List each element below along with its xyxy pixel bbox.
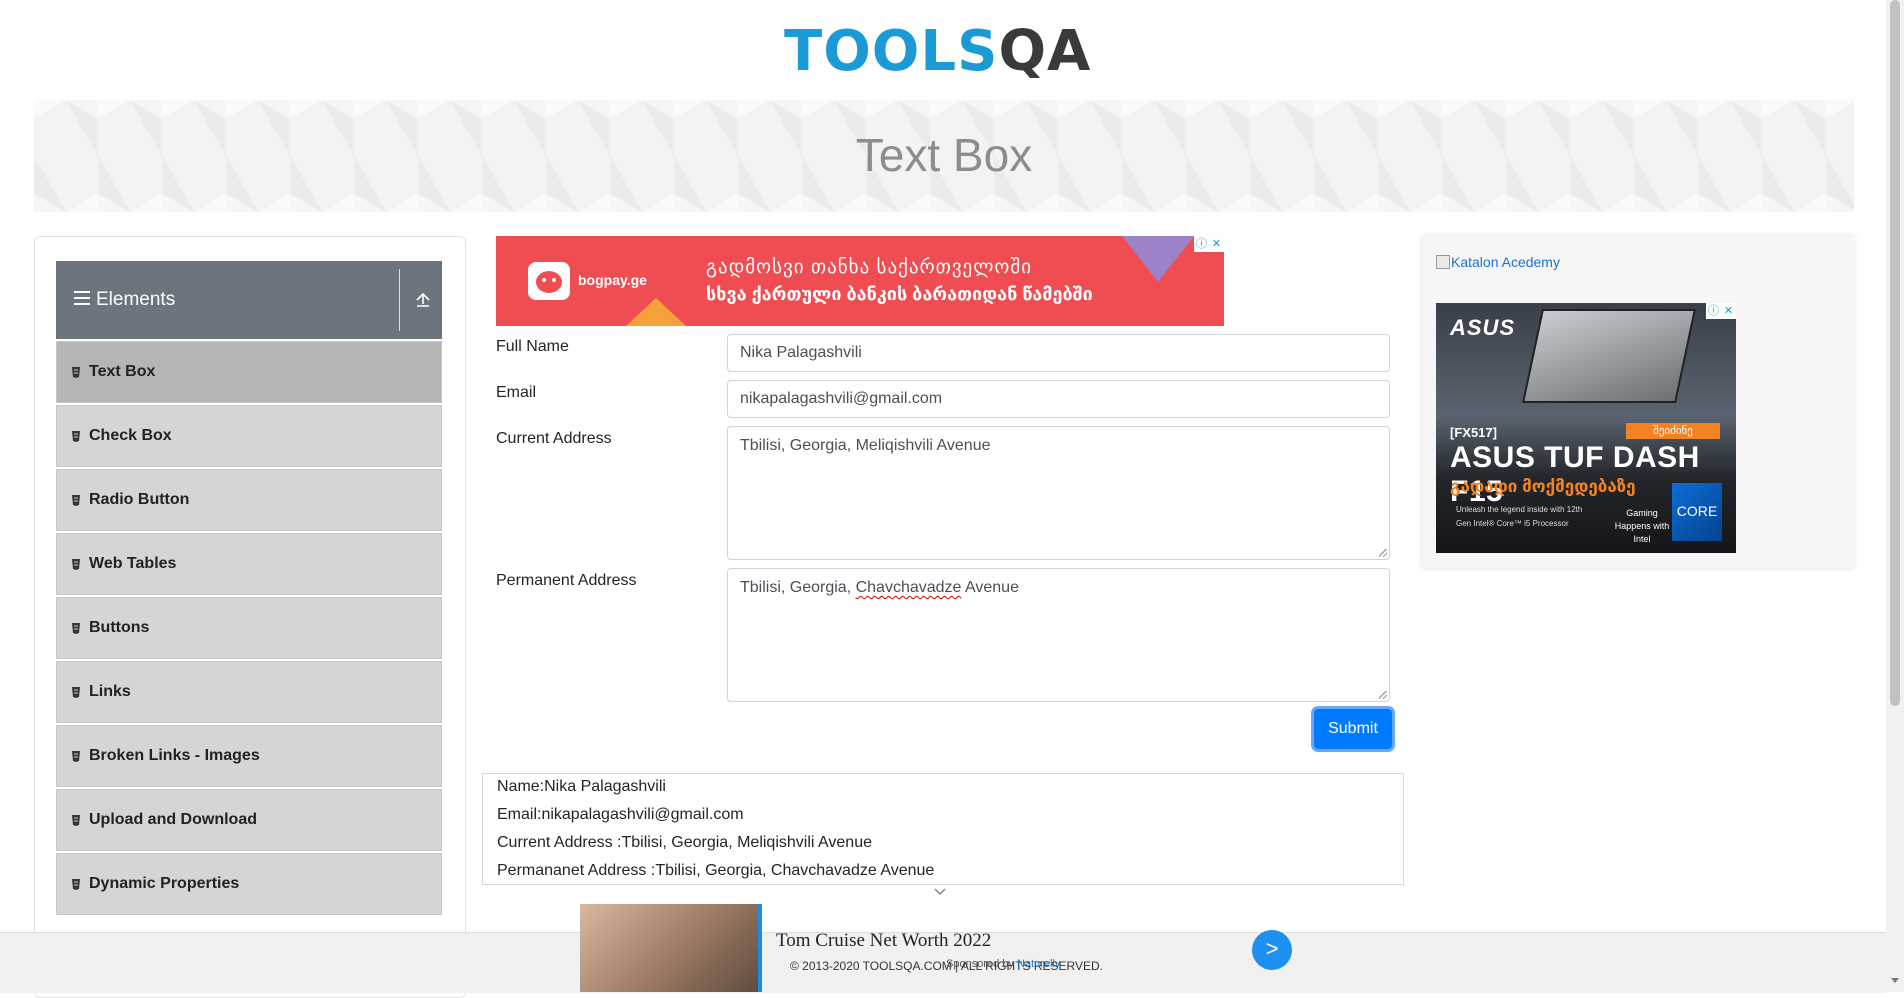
menu-item-dynamic-properties[interactable]: Dynamic Properties xyxy=(56,853,442,915)
output-permanent-address: Permananet Address :Tbilisi, Georgia, Ch… xyxy=(497,862,935,879)
ad-subheadline: სხვა ქართული ბანკის ბარათიდან წამებში xyxy=(706,284,1093,304)
asus-buy-badge: შეიძინე xyxy=(1626,423,1720,439)
asus-gaming-text: Gaming Happens with Intel xyxy=(1614,508,1670,544)
menu-item-icon xyxy=(72,687,80,698)
sponsored-brand[interactable]: Naturelly xyxy=(1017,958,1060,970)
current-address-label: Current Address xyxy=(496,430,612,447)
menu-item-icon xyxy=(72,495,80,506)
scrollbar-thumb[interactable] xyxy=(1890,0,1900,706)
output-name: Name:Nika Palagashvili xyxy=(497,778,666,795)
asus-tagline: გადადი მოქმედებაზე xyxy=(1450,477,1636,496)
header-divider xyxy=(399,269,400,331)
permanent-address-value-part: Avenue xyxy=(961,579,1019,596)
ad-decoration xyxy=(1122,236,1194,282)
menu-item-links[interactable]: Links xyxy=(56,661,442,723)
ad-close-icon[interactable]: ✕ xyxy=(1209,236,1224,252)
page-banner: Text Box xyxy=(34,100,1854,212)
toolsqa-logo[interactable]: TOOLSQA xyxy=(784,14,1108,90)
collapse-arrow-icon[interactable] xyxy=(414,291,432,309)
asus-advertisement[interactable]: ASUS [FX517] შეიძინე ASUS TUF DASH F15 გ… xyxy=(1436,303,1736,553)
current-address-value: Tbilisi, Georgia, Meliqishvili Avenue xyxy=(740,437,991,454)
full-name-input[interactable]: Nika Palagashvili xyxy=(727,334,1390,372)
menu-item-label: Links xyxy=(89,683,131,700)
email-input[interactable]: nikapalagashvili@gmail.com xyxy=(727,380,1390,418)
resize-grip-icon[interactable] xyxy=(1379,549,1387,557)
permanent-address-value-part: Tbilisi, Georgia, xyxy=(740,579,856,596)
menu-item-broken-links[interactable]: Broken Links - Images xyxy=(56,725,442,787)
menu-item-icon xyxy=(72,367,80,378)
ad-decoration xyxy=(626,298,686,326)
menu-item-text-box[interactable]: Text Box xyxy=(56,341,442,403)
submit-button[interactable]: Submit xyxy=(1314,709,1392,749)
ad-info-icon[interactable]: ⓘ xyxy=(1706,303,1721,319)
misspelled-word: Chavchavadze xyxy=(855,579,962,596)
logo-text-qa: QA xyxy=(998,19,1092,84)
asus-model: [FX517] xyxy=(1450,425,1497,440)
top-advertisement[interactable]: bogpay.ge გადმოსვი თანხა საქართველოში სხ… xyxy=(496,236,1224,326)
permanent-address-label: Permanent Address xyxy=(496,572,637,589)
bottom-advertisement[interactable]: Tom Cruise Net Worth 2022 Sponsored by N… xyxy=(580,904,1292,992)
menu-item-icon xyxy=(72,431,80,442)
page-title: Text Box xyxy=(855,129,1033,181)
ad-headline: Tom Cruise Net Worth 2022 xyxy=(776,930,992,951)
menu-item-label: Web Tables xyxy=(89,555,177,572)
resize-grip-icon[interactable] xyxy=(1379,691,1387,699)
asus-logo: ASUS xyxy=(1450,315,1516,340)
asus-small-print: Unleash the legend inside with 12th Gen … xyxy=(1456,505,1583,528)
ad-go-button[interactable]: > xyxy=(1252,930,1292,970)
menu-item-icon xyxy=(72,815,80,826)
ad-sponsored: Sponsored by Naturelly xyxy=(946,958,1060,970)
menu-item-label: Upload and Download xyxy=(89,811,257,828)
left-sidebar: Elements Text Box Check Box Radio Button… xyxy=(34,236,466,998)
katalon-broken-image[interactable]: Katalon Acedemy xyxy=(1436,254,1560,270)
menu-item-icon xyxy=(72,559,80,570)
page-scrollbar[interactable] xyxy=(1886,0,1904,992)
laptop-image xyxy=(1522,309,1696,403)
sponsored-prefix: Sponsored by xyxy=(946,958,1017,970)
ad-controls: ⓘ ✕ xyxy=(1706,303,1736,319)
output-current-address: Current Address :Tbilisi, Georgia, Meliq… xyxy=(497,834,872,851)
output-email: Email:nikapalagashvili@gmail.com xyxy=(497,806,744,823)
ad-controls: ⓘ ✕ xyxy=(1194,236,1224,252)
menu-item-upload-download[interactable]: Upload and Download xyxy=(56,789,442,851)
hamburger-icon xyxy=(74,291,90,305)
ad-photo xyxy=(580,904,762,992)
menu-item-label: Radio Button xyxy=(89,491,190,508)
right-ad-panel: Katalon Acedemy ASUS [FX517] შეიძინე ASU… xyxy=(1422,236,1854,568)
menu-item-label: Broken Links - Images xyxy=(89,747,260,764)
ad-info-icon[interactable]: ⓘ xyxy=(1194,236,1209,252)
bogpay-logo-icon xyxy=(528,262,570,300)
ad-close-icon[interactable]: ✕ xyxy=(1721,303,1736,319)
output-panel: Name:Nika Palagashvili Email:nikapalagas… xyxy=(482,773,1404,885)
menu-item-label: Check Box xyxy=(89,427,172,444)
menu-item-label: Buttons xyxy=(89,619,150,636)
menu-item-label: Dynamic Properties xyxy=(89,875,240,892)
broken-image-icon xyxy=(1436,255,1450,269)
ad-brand: bogpay.ge xyxy=(578,272,647,288)
ad-headline: გადმოსვი თანხა საქართველოში xyxy=(706,257,1033,278)
menu-item-icon xyxy=(72,751,80,762)
menu-item-radio-button[interactable]: Radio Button xyxy=(56,469,442,531)
group-title: Elements xyxy=(96,289,176,310)
menu-item-icon xyxy=(72,623,80,634)
menu-item-buttons[interactable]: Buttons xyxy=(56,597,442,659)
elements-group-header[interactable]: Elements xyxy=(56,261,442,339)
menu-item-label: Text Box xyxy=(89,363,156,380)
permanent-address-textarea[interactable]: Tbilisi, Georgia, Chavchavadze Avenue xyxy=(727,568,1390,702)
menu-item-check-box[interactable]: Check Box xyxy=(56,405,442,467)
elements-menu: Text Box Check Box Radio Button Web Tabl… xyxy=(56,341,442,917)
intel-core-badge: CORE xyxy=(1672,483,1722,541)
current-address-textarea[interactable]: Tbilisi, Georgia, Meliqishvili Avenue xyxy=(727,426,1390,560)
broken-image-alt-text: Katalon Acedemy xyxy=(1451,254,1560,270)
email-label: Email xyxy=(496,384,537,401)
full-name-label: Full Name xyxy=(496,338,569,355)
scroll-down-arrow-icon[interactable] xyxy=(1891,978,1899,983)
menu-item-icon xyxy=(72,879,80,890)
menu-item-web-tables[interactable]: Web Tables xyxy=(56,533,442,595)
chevron-down-icon[interactable] xyxy=(934,888,946,896)
logo-text-tools: TOOLS xyxy=(784,19,999,84)
